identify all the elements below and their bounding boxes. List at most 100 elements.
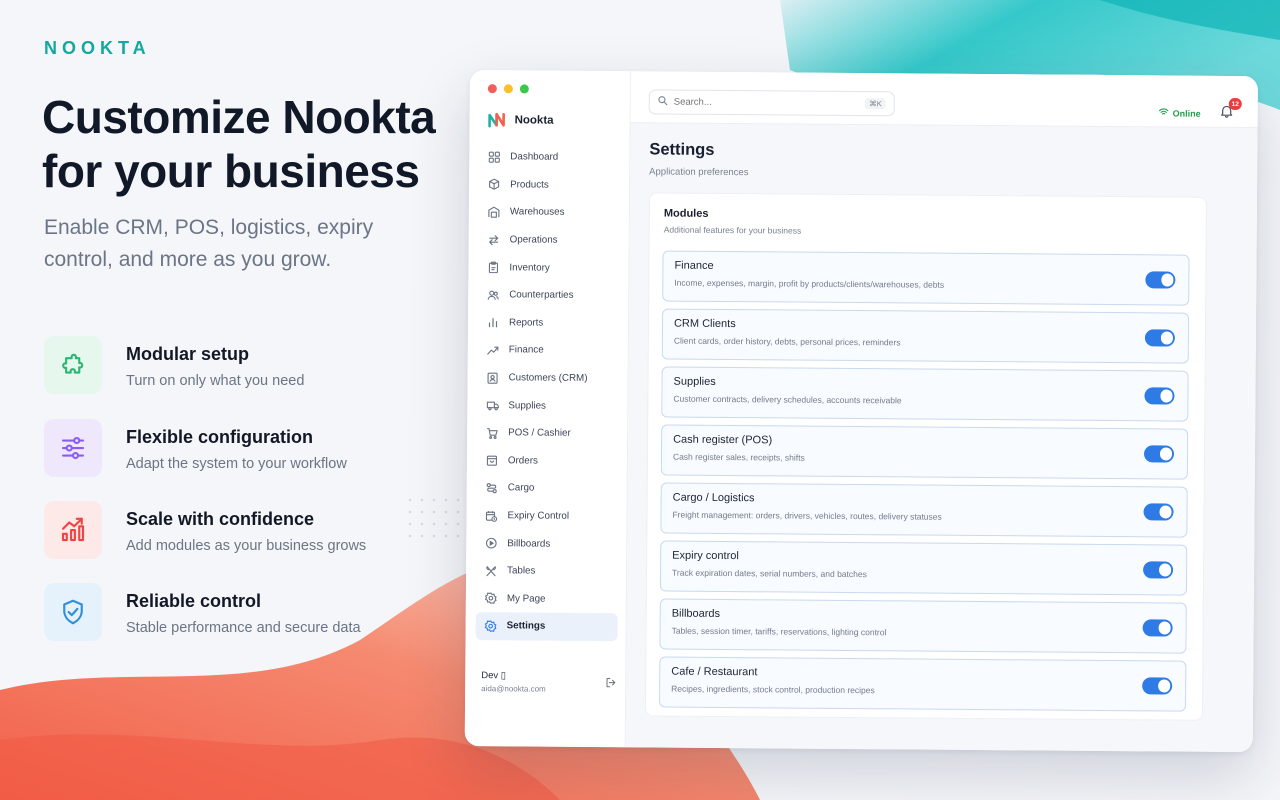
sidebar-item-billboards[interactable]: Billboards xyxy=(476,529,618,558)
sidebar-item-label: Settings xyxy=(506,620,546,632)
truck-icon xyxy=(485,398,499,412)
app-logo[interactable]: Nookta xyxy=(488,112,554,129)
sidebar-item-reports[interactable]: Reports xyxy=(478,309,620,338)
notification-badge: 12 xyxy=(1228,97,1242,111)
close-window-button[interactable] xyxy=(487,84,497,94)
search-icon xyxy=(658,95,668,108)
module-description: Recipes, ingredients, stock control, pro… xyxy=(671,683,875,696)
sidebar-item-warehouses[interactable]: Warehouses xyxy=(479,198,621,227)
box-icon xyxy=(487,178,501,192)
arrows-swap-icon xyxy=(487,233,501,247)
sidebar-item-label: Inventory xyxy=(509,261,550,274)
wifi-icon xyxy=(1158,107,1169,118)
bag-icon xyxy=(485,453,499,467)
sidebar-item-cargo[interactable]: Cargo xyxy=(477,474,619,503)
status-label: Online xyxy=(1172,108,1201,119)
minimize-window-button[interactable] xyxy=(503,84,513,94)
sidebar-item-label: Supplies xyxy=(508,399,547,412)
modules-subtitle: Additional features for your business xyxy=(663,224,802,236)
feature-item: Flexible configuration Adapt the system … xyxy=(44,419,444,479)
module-title: Cargo / Logistics xyxy=(672,491,755,505)
puzzle-icon xyxy=(44,336,102,394)
module-card-cafe-restaurant: Cafe / Restaurant Recipes, ingredients, … xyxy=(659,656,1187,712)
sidebar-item-label: My Page xyxy=(506,593,546,605)
feature-title: Scale with confidence xyxy=(126,509,315,529)
module-description: Income, expenses, margin, profit by prod… xyxy=(674,277,945,290)
sidebar-item-label: Orders xyxy=(507,455,538,467)
chart-growth-icon xyxy=(44,501,102,559)
sidebar-item-products[interactable]: Products xyxy=(479,171,621,200)
module-card-cash-register: Cash register (POS) Cash register sales,… xyxy=(660,424,1189,480)
feature-title: Modular setup xyxy=(126,344,250,364)
module-title: Cafe / Restaurant xyxy=(671,665,758,679)
search-bar[interactable]: ⌘K xyxy=(648,89,895,117)
cargo-logistics-toggle[interactable] xyxy=(1143,503,1174,521)
finance-toggle[interactable] xyxy=(1145,271,1176,289)
module-card-supplies: Supplies Customer contracts, delivery sc… xyxy=(661,366,1189,422)
utensils-icon xyxy=(484,564,498,578)
sidebar-item-label: POS / Cashier xyxy=(508,427,571,440)
sidebar-item-inventory[interactable]: Inventory xyxy=(478,253,620,282)
headline: Customize Nookta for your business xyxy=(42,91,436,197)
sidebar-item-label: Warehouses xyxy=(509,206,565,219)
sidebar-item-supplies[interactable]: Supplies xyxy=(477,391,619,420)
notifications-button[interactable]: 12 xyxy=(1220,97,1242,123)
billboards-toggle[interactable] xyxy=(1142,619,1173,637)
page-title: Settings xyxy=(649,140,715,159)
module-title: Finance xyxy=(674,259,714,272)
user-name: Dev ▯ xyxy=(481,670,507,682)
brand-wordmark: NOOKTA xyxy=(44,38,151,58)
nookta-logo-icon xyxy=(488,112,505,128)
supplies-toggle[interactable] xyxy=(1144,387,1175,405)
cart-icon xyxy=(485,426,499,440)
window-controls xyxy=(487,84,529,94)
cafe-restaurant-toggle[interactable] xyxy=(1142,677,1173,695)
module-title: Billboards xyxy=(671,607,721,620)
sidebar-item-settings[interactable]: Settings xyxy=(475,612,618,641)
sidebar-item-label: Cargo xyxy=(507,482,535,494)
logout-icon[interactable] xyxy=(605,675,616,693)
expiry-control-toggle[interactable] xyxy=(1143,561,1174,579)
feature-item: Reliable control Stable performance and … xyxy=(44,583,444,643)
sidebar-item-label: Dashboard xyxy=(510,151,559,163)
user-profile[interactable]: Dev ▯ aida@nookta.com xyxy=(481,670,616,694)
play-circle-icon xyxy=(484,536,498,550)
module-description: Track expiration dates, serial numbers, … xyxy=(672,567,867,580)
feature-subtitle: Adapt the system to your workflow xyxy=(126,456,347,472)
cash-register-toggle[interactable] xyxy=(1143,445,1175,463)
sliders-icon xyxy=(44,419,102,477)
maximize-window-button[interactable] xyxy=(519,84,529,94)
module-description: Cash register sales, receipts, shifts xyxy=(672,451,805,463)
search-input[interactable] xyxy=(673,96,824,109)
feature-subtitle: Turn on only what you need xyxy=(126,373,305,389)
sidebar-item-pos-cashier[interactable]: POS / Cashier xyxy=(477,419,619,448)
sidebar-item-counterparties[interactable]: Counterparties xyxy=(478,281,620,310)
module-card-cargo-logistics: Cargo / Logistics Freight management: or… xyxy=(660,482,1188,538)
module-description: Client cards, order history, debts, pers… xyxy=(673,335,901,348)
sidebar-item-finance[interactable]: Finance xyxy=(478,336,620,365)
modules-title: Modules xyxy=(663,207,709,220)
topbar: ⌘K Online 12 xyxy=(630,71,1258,129)
grid-icon xyxy=(487,150,501,164)
sidebar-item-my-page[interactable]: My Page xyxy=(476,585,618,614)
search-shortcut: ⌘K xyxy=(865,98,886,110)
sidebar-item-label: Counterparties xyxy=(509,289,574,302)
module-card-billboards: Billboards Tables, session timer, tariff… xyxy=(659,598,1187,654)
feature-item: Scale with confidence Add modules as you… xyxy=(44,501,444,561)
subheadline: Enable CRM, POS, logistics, expiry contr… xyxy=(44,216,374,271)
sidebar-item-label: Products xyxy=(510,179,549,191)
sidebar-item-label: Reports xyxy=(508,317,544,329)
module-title: CRM Clients xyxy=(673,317,736,331)
sidebar: Nookta Dashboard Products Warehouses Ope… xyxy=(464,70,631,748)
shield-check-icon xyxy=(44,583,102,641)
sidebar-item-dashboard[interactable]: Dashboard xyxy=(479,143,621,172)
sidebar-item-operations[interactable]: Operations xyxy=(479,226,621,255)
crm-clients-toggle[interactable] xyxy=(1144,329,1175,347)
sidebar-item-tables[interactable]: Tables xyxy=(476,557,618,586)
modules-panel: Modules Additional features for your bus… xyxy=(644,192,1208,721)
sidebar-item-expiry-control[interactable]: Expiry Control xyxy=(476,502,618,531)
bar-chart-icon xyxy=(486,315,500,329)
sidebar-item-orders[interactable]: Orders xyxy=(477,447,619,476)
sidebar-item-customers-crm[interactable]: Customers (CRM) xyxy=(477,364,619,393)
calendar-clock-icon xyxy=(484,509,498,523)
